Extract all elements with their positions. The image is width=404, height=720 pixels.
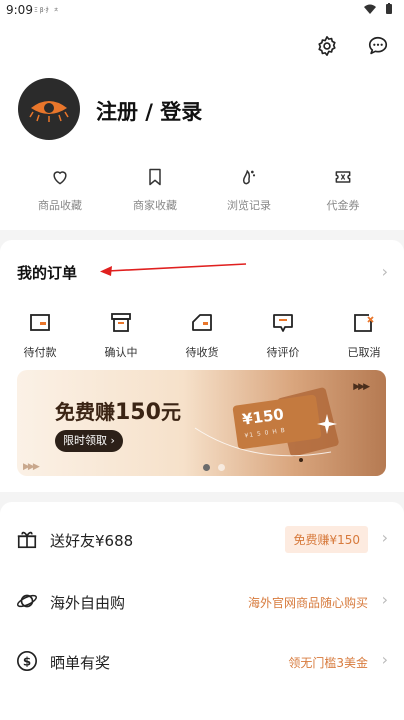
promo-banner[interactable]: ▶▶▶ 免费赚150元 限时领取 › ¥150 ¥1 5 0 H B ▶▶▶ (17, 370, 386, 476)
order-cancelled[interactable]: 已取消 (332, 312, 396, 360)
chevron-right-icon: › (381, 590, 388, 609)
quick-item-label: 商家收藏 (133, 199, 177, 212)
svg-text:$: $ (23, 655, 31, 669)
box-icon (111, 313, 131, 332)
banner-headline: 免费赚150元 (55, 396, 181, 425)
banner-headline-suffix: 元 (160, 400, 181, 424)
banner-headline-amount: 150 (115, 400, 161, 425)
avatar[interactable] (18, 78, 80, 140)
banner-pill-label: 限时领取 (63, 434, 107, 447)
messages-button[interactable] (365, 33, 391, 59)
planet-icon (16, 594, 38, 608)
banner-claim-button[interactable]: 限时领取 › (55, 430, 123, 452)
quick-item-label: 商品收藏 (38, 199, 82, 212)
gift-icon (17, 531, 37, 549)
banner-headline-prefix: 免费赚 (55, 400, 115, 424)
carousel-dot[interactable] (218, 464, 225, 471)
quick-item-favorite-shops[interactable]: 商家收藏 (115, 167, 195, 213)
list-row-invite-friend[interactable]: 送好友¥688 免费赚¥150 › (0, 508, 404, 568)
order-confirming[interactable]: 确认中 (89, 312, 153, 360)
settings-button[interactable] (314, 33, 340, 59)
truck-icon (192, 314, 212, 331)
carousel-dot-active[interactable] (203, 464, 210, 471)
wallet-icon (30, 314, 50, 331)
feature-list: 送好友¥688 免费赚¥150 › 海外自由购 海外官网商品随心购买 › $ 晒… (0, 502, 404, 720)
list-row-title: 送好友¥688 (50, 532, 134, 550)
ticket-icon (335, 171, 351, 183)
arrows-decoration: ▶▶▶ (353, 382, 370, 392)
status-right-icons (362, 3, 396, 18)
wifi-battery-icon (364, 3, 392, 14)
chevron-right-icon: › (381, 650, 388, 669)
quick-item-coupons[interactable]: 代金券 (303, 167, 383, 213)
list-row-tag: 免费赚¥150 (285, 526, 368, 553)
sparkle-icon (317, 414, 337, 434)
order-label: 待付款 (23, 346, 57, 359)
eye-logo-icon (29, 101, 69, 122)
chevron-right-icon: › (381, 528, 388, 547)
carousel-dots (203, 456, 233, 475)
chat-bubble-icon (368, 36, 388, 55)
order-awaiting-delivery[interactable]: 待收货 (170, 312, 234, 360)
bookmark-icon (149, 168, 161, 186)
status-mini-icons: Ξ β·扌 ㅊ (34, 7, 59, 14)
order-label: 待评价 (266, 346, 300, 359)
order-awaiting-review[interactable]: 待评价 (251, 312, 315, 360)
cancel-icon (354, 314, 374, 332)
quick-item-favorite-goods[interactable]: 商品收藏 (20, 167, 100, 213)
order-label: 确认中 (104, 346, 138, 359)
bottom-nav-peek (0, 714, 404, 720)
quick-item-label: 代金券 (326, 199, 360, 212)
orders-title[interactable]: 我的订单 (17, 262, 77, 283)
comment-icon (273, 314, 293, 332)
order-label: 待收货 (185, 346, 219, 359)
list-row-hint: 海外官网商品随心购买 (247, 596, 368, 610)
heart-icon (53, 171, 67, 185)
login-link[interactable]: 注册 / 登录 (96, 96, 202, 126)
status-bar: 9:09 Ξ β·扌 ㅊ (0, 0, 404, 22)
list-row-title: 海外自由购 (50, 594, 126, 612)
chevron-right-icon[interactable]: › (382, 262, 388, 281)
profile-section: 注册 / 登录 商品收藏 商家收藏 浏览记录 代金券 (0, 22, 404, 230)
footprint-icon (242, 169, 256, 185)
gear-icon (318, 36, 336, 56)
order-pending-payment[interactable]: 待付款 (8, 312, 72, 360)
quick-item-label: 浏览记录 (227, 199, 271, 212)
arrows-decoration: ▶▶▶ (23, 462, 40, 472)
list-row-hint: 领无门槛3美金 (288, 656, 368, 670)
quick-item-history[interactable]: 浏览记录 (209, 167, 289, 213)
dollar-icon: $ (17, 651, 37, 671)
status-time: 9:09 (6, 3, 33, 17)
order-label: 已取消 (347, 346, 381, 359)
chevron-right-icon: › (110, 434, 115, 447)
list-row-title: 晒单有奖 (50, 654, 111, 672)
list-row-overseas-shopping[interactable]: 海外自由购 海外官网商品随心购买 › (0, 570, 404, 630)
orders-section: 我的订单 › 待付款 确认中 待收货 待评价 已取消 ▶▶▶ 免费赚150元 限… (0, 240, 404, 492)
list-row-share-reward[interactable]: $ 晒单有奖 领无门槛3美金 › (0, 630, 404, 690)
